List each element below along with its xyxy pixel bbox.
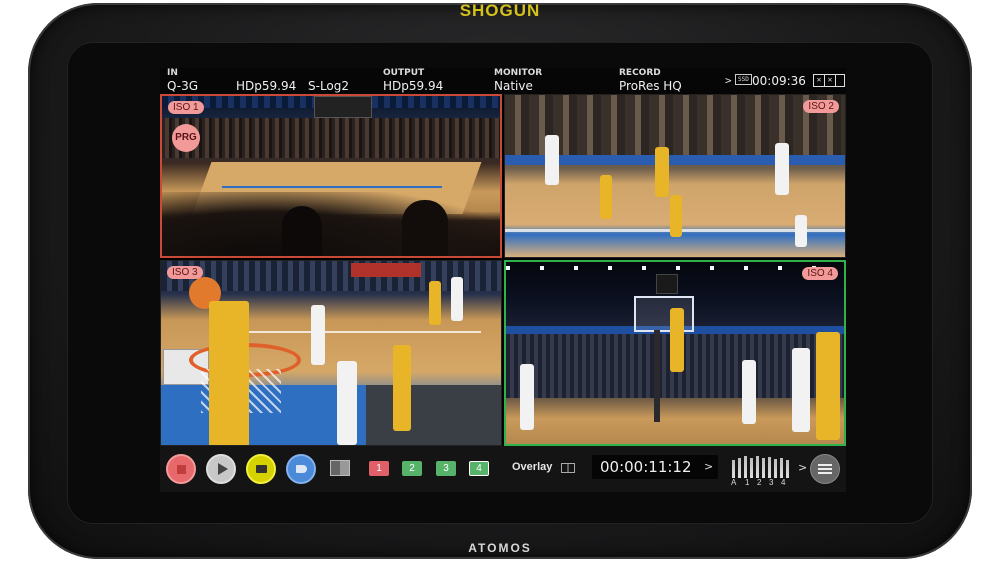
hoop-stand <box>654 330 660 422</box>
fan-silhouette <box>282 206 322 256</box>
atomos-logo: ATOMOS <box>468 541 532 555</box>
player <box>451 277 463 321</box>
shot-clock <box>656 274 678 294</box>
shogun-logo: SHOGUN <box>459 1 541 20</box>
control-bar: 1 2 3 4 Overlay 00:00:11:12 > A 1 2 3 4 … <box>160 446 846 492</box>
audio-meter-bar <box>774 459 777 478</box>
audio-meter-bar <box>768 457 771 478</box>
blue-tag-button[interactable] <box>286 454 316 484</box>
audio-label: 2 <box>757 478 762 487</box>
audio-label: 1 <box>745 478 750 487</box>
player <box>816 332 840 440</box>
view-iso-1[interactable]: ISO 1 PRG <box>160 94 502 258</box>
player <box>545 135 559 185</box>
court-line <box>222 186 442 188</box>
status-chevron-icon[interactable]: > <box>725 74 732 87</box>
monitor-label: MONITOR <box>494 68 543 78</box>
player <box>795 215 807 247</box>
timecode-display[interactable]: 00:00:11:12 > <box>592 455 718 479</box>
foreground-fans <box>162 192 500 256</box>
audio-meter-bar <box>738 458 741 478</box>
player <box>792 348 810 432</box>
record-label: RECORD <box>619 68 661 78</box>
player <box>429 281 441 325</box>
player <box>311 305 325 365</box>
view-iso-4[interactable]: ISO 4 <box>504 260 846 446</box>
audio-meter-bar <box>756 456 759 478</box>
input-2-button[interactable]: 2 <box>402 461 422 476</box>
view-iso-2[interactable]: ISO 2 <box>504 94 846 258</box>
view-iso-3[interactable]: ISO 3 <box>160 260 502 446</box>
player <box>742 360 756 424</box>
timecode-chevron-icon: > <box>704 460 714 473</box>
audio-label: 4 <box>781 478 786 487</box>
audio-meter-bar <box>750 458 753 478</box>
touch-screen: IN Q-3G HDp59.94 S-Log2 OUTPUT HDp59.94 … <box>160 68 846 492</box>
status-bar: IN Q-3G HDp59.94 S-Log2 OUTPUT HDp59.94 … <box>160 68 846 94</box>
audio-meter-bar <box>762 458 765 478</box>
crowd <box>162 118 500 158</box>
settings-sliders-icon[interactable] <box>810 454 840 484</box>
court-line <box>221 331 481 333</box>
program-badge: PRG <box>172 124 200 152</box>
audio-meters[interactable]: A 1 2 3 4 <box>731 452 795 487</box>
timecode: 00:00:11:12 <box>600 458 692 476</box>
input-1-button[interactable]: 1 <box>369 461 389 476</box>
audio-label: A <box>731 478 737 487</box>
player <box>775 143 789 195</box>
record-value[interactable]: ProRes HQ <box>619 79 682 93</box>
audio-meter-bar <box>732 460 735 478</box>
ssd-icon: SSD <box>735 74 752 85</box>
overlay-button[interactable]: Overlay <box>512 461 552 473</box>
battery-icon <box>835 74 845 87</box>
output-value[interactable]: HDp59.94 <box>383 79 443 93</box>
player <box>670 195 682 237</box>
player <box>520 364 534 430</box>
input-4-button[interactable]: 4 <box>469 461 489 476</box>
monitor-value[interactable]: Native <box>494 79 533 93</box>
fan-silhouette <box>402 200 448 256</box>
overlay-icon[interactable] <box>561 463 575 473</box>
view-label: ISO 3 <box>167 266 203 279</box>
arena-banner <box>351 263 421 277</box>
audio-meter-bar <box>744 456 747 478</box>
record-button[interactable] <box>166 454 196 484</box>
layout-icon[interactable] <box>330 460 350 476</box>
audio-chevron-icon[interactable]: > <box>798 461 807 474</box>
jumbotron <box>314 96 372 118</box>
backboard <box>634 296 694 332</box>
view-label: ISO 4 <box>802 267 838 280</box>
record-time: 00:09:36 <box>752 74 806 88</box>
in-label: IN <box>167 68 178 78</box>
arena-lights <box>506 266 844 270</box>
player <box>393 345 411 431</box>
player <box>670 308 684 372</box>
in-value[interactable]: Q-3G <box>167 79 198 93</box>
view-label: ISO 1 <box>168 101 204 114</box>
player <box>337 361 357 445</box>
view-label: ISO 2 <box>803 100 839 113</box>
audio-label: 3 <box>769 478 774 487</box>
in-log[interactable]: S-Log2 <box>308 79 349 93</box>
audio-meter-bar <box>780 458 783 478</box>
player <box>655 147 669 197</box>
output-label: OUTPUT <box>383 68 425 78</box>
input-3-button[interactable]: 3 <box>436 461 456 476</box>
play-button[interactable] <box>206 454 236 484</box>
audio-meter-bar <box>786 460 789 478</box>
yellow-tag-button[interactable] <box>246 454 276 484</box>
in-format[interactable]: HDp59.94 <box>236 79 296 93</box>
player <box>209 301 249 445</box>
player <box>600 175 612 219</box>
